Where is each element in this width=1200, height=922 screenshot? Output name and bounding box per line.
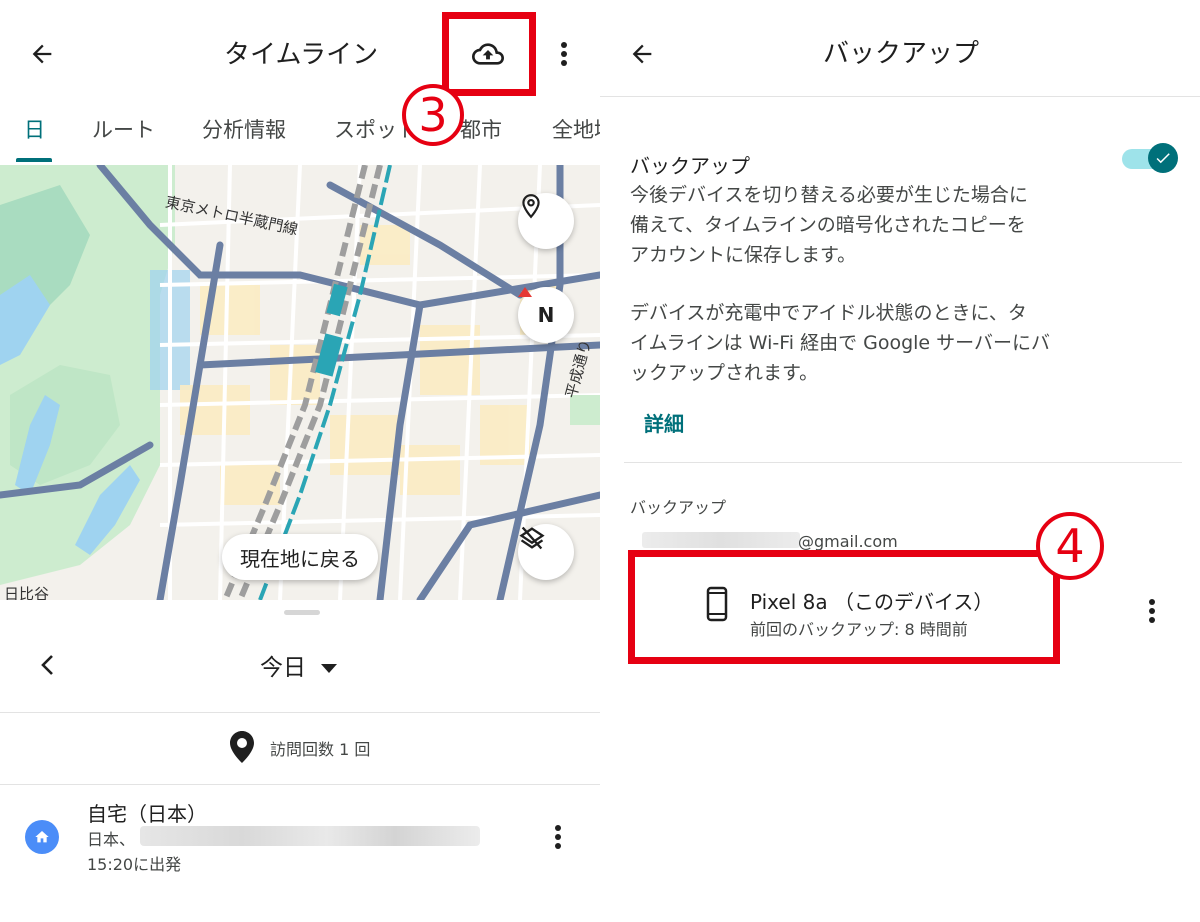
bottom-sheet: 今日 訪問回数 1 回 自宅（日本） 日本、 15:20に出発 [0, 600, 600, 922]
date-label: 今日 [260, 655, 306, 681]
description-line-1: 今後デバイスを切り替える必要が生じた場合に [630, 184, 1028, 206]
backup-screen: バックアップ バックアップ 今後デバイスを切り替える必要が生じた場合に 備えて、… [600, 0, 1200, 922]
description-line-3: アカウントに保存します。 [630, 244, 857, 266]
compass-letter: N [537, 303, 555, 327]
place-more-icon[interactable] [546, 820, 570, 854]
more-vert-icon[interactable] [546, 34, 582, 74]
tab-cities[interactable]: 都市 [460, 114, 502, 144]
tab-insights[interactable]: 分析情報 [202, 114, 286, 144]
visit-pin-icon [228, 730, 256, 764]
prev-day-chevron-icon[interactable] [32, 650, 62, 680]
place-name[interactable]: 自宅（日本） [87, 798, 207, 827]
header-divider [600, 96, 1200, 97]
tab-regions[interactable]: 全地域 [552, 114, 600, 144]
compass-button[interactable]: N [518, 287, 574, 343]
section-divider [624, 462, 1182, 463]
return-to-location-button[interactable]: 現在地に戻る [222, 534, 378, 580]
callout-box-4 [628, 550, 1060, 664]
compass-needle-icon [518, 287, 532, 297]
place-address: 日本、 [87, 830, 136, 849]
timeline-screen: タイムライン 日 ルート 分析情報 スポット 都市 全地域 [0, 0, 600, 922]
description-line-2: 備えて、タイムラインの暗号化されたコピーを [630, 214, 1026, 236]
page-title: バックアップ [823, 39, 980, 69]
date-selector[interactable]: 今日 [260, 648, 338, 682]
sheet-divider-1 [0, 712, 600, 713]
check-icon [1156, 153, 1170, 164]
location-pin-icon [522, 194, 540, 219]
blurred-email [642, 532, 800, 548]
departure-time: 15:20に出発 [87, 855, 182, 874]
description-line-4: デバイスが充電中でアイドル状態のときに、タ [630, 302, 1027, 324]
backup-toggle[interactable] [1120, 143, 1178, 175]
layers-off-button[interactable] [518, 524, 574, 580]
account-email: @gmail.com [798, 532, 898, 551]
sheet-divider-2 [0, 784, 600, 785]
description-line-5: イムラインは Wi-Fi 経由で Google サーバーにバ [630, 332, 1050, 354]
layers-off-icon [519, 526, 545, 550]
tab-bar: 日 ルート 分析情報 スポット 都市 全地域 [0, 100, 600, 165]
backup-section-title: バックアップ [630, 154, 750, 178]
home-icon [25, 820, 59, 854]
device-more-icon[interactable] [1140, 594, 1164, 628]
tab-route[interactable]: ルート [92, 114, 155, 144]
callout-number-3: 3 [402, 84, 464, 146]
blurred-address [140, 826, 480, 846]
callout-number-4: 4 [1036, 512, 1104, 580]
description-line-6: ックアップされます。 [630, 362, 819, 384]
map-view[interactable]: 東京メトロ半蔵門線 平成通り 日比谷 N 現在地に戻る [0, 165, 600, 600]
toggle-thumb [1148, 143, 1178, 173]
back-arrow-icon[interactable] [22, 34, 62, 74]
tab-day[interactable]: 日 [24, 114, 45, 144]
active-tab-indicator [16, 158, 52, 162]
dropdown-arrow-icon [321, 663, 338, 673]
page-title: タイムライン [224, 40, 379, 70]
pin-button[interactable] [518, 193, 574, 249]
callout-box-3 [442, 12, 536, 96]
back-arrow-icon[interactable] [622, 34, 662, 74]
details-link[interactable]: 詳細 [644, 408, 684, 437]
area-label: 日比谷 [4, 585, 50, 600]
drag-handle[interactable] [284, 610, 320, 615]
visit-count: 訪問回数 1 回 [270, 740, 371, 759]
backup-list-title: バックアップ [630, 498, 727, 517]
